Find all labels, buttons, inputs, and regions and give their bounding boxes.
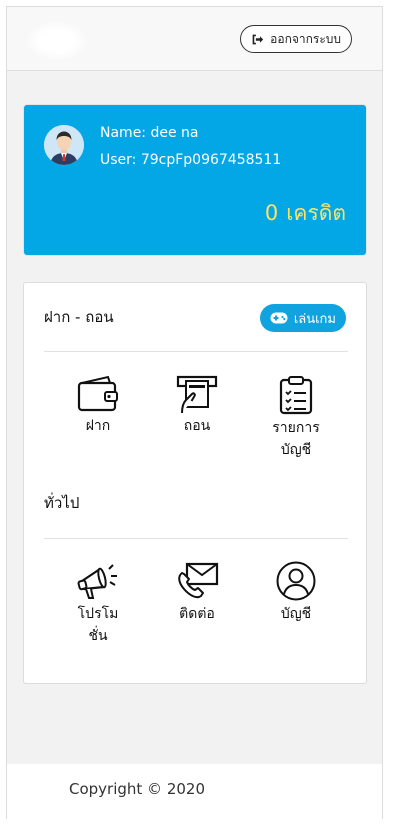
profile-name: Name: dee na — [100, 125, 199, 141]
logout-button[interactable]: ออกจากระบบ — [240, 25, 352, 53]
user-avatar-icon — [44, 125, 84, 165]
megaphone-icon — [77, 564, 117, 599]
avatar — [44, 125, 84, 165]
gamepad-icon — [270, 312, 288, 324]
logout-label: ออกจากระบบ — [270, 31, 341, 46]
profile-username: User: 79cpFp0967458511 — [100, 152, 282, 168]
top-bar: ออกจากระบบ — [7, 7, 382, 71]
menu-item-label-line2: ชั่น — [88, 628, 108, 644]
user-circle-icon — [276, 561, 316, 601]
sign-out-icon — [252, 34, 264, 44]
footer: Copyright © 2020 — [7, 764, 382, 819]
menu-item-label-line1: รายการ — [272, 420, 320, 436]
credit-balance: 0 เครดิต — [265, 197, 346, 230]
menu-item-deposit[interactable]: ฝาก — [53, 375, 143, 437]
divider — [44, 538, 348, 539]
copyright-text: Copyright © 2020 — [69, 780, 206, 798]
menu-item-label: ฝาก — [85, 418, 111, 434]
play-game-button[interactable]: เล่นเกม — [259, 304, 346, 332]
play-game-label: เล่นเกม — [293, 311, 336, 327]
menu-item-account[interactable]: บัญชี — [251, 561, 341, 625]
menu-item-promotion[interactable]: โปรโม ชั่น — [53, 561, 143, 647]
divider — [44, 351, 348, 352]
credit-label: เครดิต — [286, 201, 346, 225]
menu-item-label: บัญชี — [280, 606, 312, 622]
menu-item-label-line1: โปรโม — [77, 606, 119, 622]
menu-item-withdraw[interactable]: ถอน — [152, 375, 242, 437]
profile-card: Name: dee na User: 79cpFp0967458511 0 เค… — [23, 104, 367, 256]
clipboard-list-icon — [279, 376, 313, 415]
menu-item-label-line2: บัญชี — [280, 442, 312, 458]
menu-item-label: ติดต่อ — [179, 606, 215, 622]
contact-phone-icon — [178, 562, 219, 599]
deposit-withdraw-title: ฝาก - ถอน — [44, 308, 114, 326]
credit-value: 0 — [264, 201, 279, 225]
menu-item-contact[interactable]: ติดต่อ — [152, 561, 242, 625]
atm-withdraw-icon — [176, 375, 218, 413]
site-logo[interactable] — [25, 21, 89, 61]
wallet-icon — [77, 375, 118, 412]
general-title: ทั่วไป — [44, 494, 80, 512]
menu-item-statement[interactable]: รายการ บัญชี — [251, 375, 341, 461]
menu-item-label: ถอน — [183, 418, 211, 434]
app-frame: ออกจากระบบ Name: dee na User: 79cpFp0967… — [6, 6, 383, 819]
menu-card: ฝาก - ถอน เล่นเกม ฝาก ถอน รายการ บัญชี ท… — [23, 282, 367, 684]
